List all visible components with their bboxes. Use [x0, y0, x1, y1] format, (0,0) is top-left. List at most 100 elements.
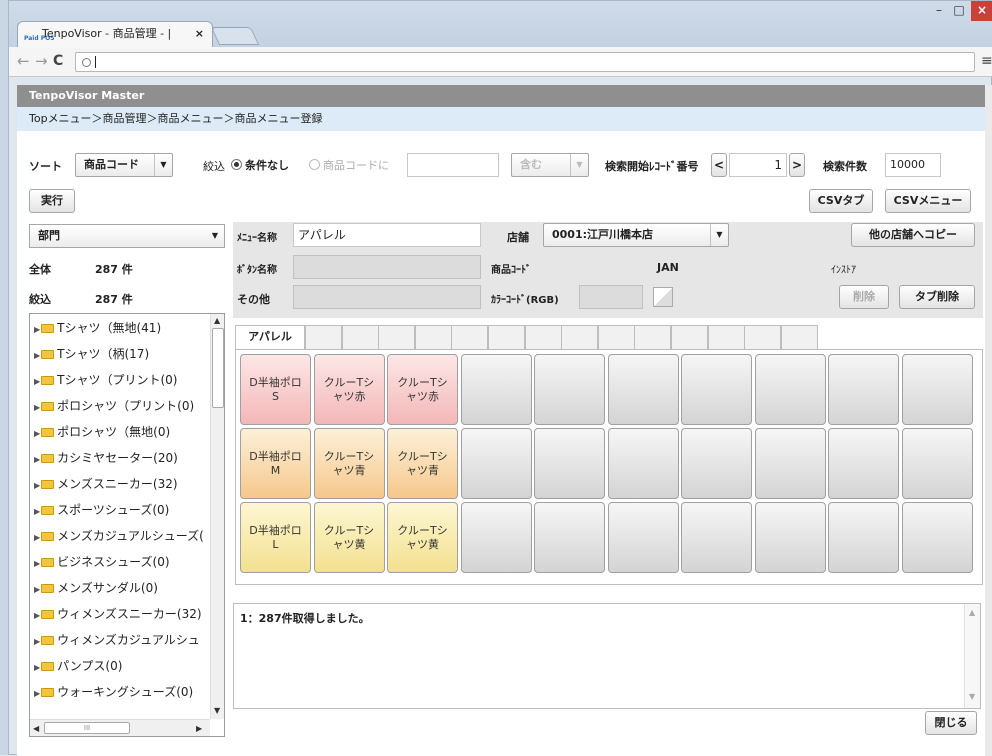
menu-item-button[interactable]: D半袖ポロ L	[240, 502, 311, 573]
tree-item[interactable]: ▶ カシミヤセーター(20)	[34, 448, 178, 468]
new-tab-button[interactable]	[210, 27, 260, 45]
empty-menu-slot[interactable]	[607, 428, 679, 499]
menu-icon[interactable]: ≡	[981, 53, 992, 69]
prev-record-button[interactable]: <	[711, 153, 727, 177]
next-record-button[interactable]: >	[789, 153, 805, 177]
product-code-input[interactable]	[407, 153, 499, 177]
tab-empty[interactable]	[451, 325, 489, 349]
tab-empty[interactable]	[378, 325, 416, 349]
other-input[interactable]	[293, 285, 481, 309]
empty-menu-slot[interactable]	[828, 428, 899, 499]
menu-item-button[interactable]: クルーTシ ャツ黄	[387, 502, 458, 573]
expand-icon[interactable]: ▶	[34, 377, 40, 386]
start-record-input[interactable]: 1	[729, 153, 787, 177]
search-count-input[interactable]: 10000	[885, 153, 941, 177]
tab-close-icon[interactable]: ×	[195, 22, 204, 46]
empty-menu-slot[interactable]	[901, 354, 973, 425]
expand-icon[interactable]: ▶	[34, 455, 40, 464]
menu-item-button[interactable]: クルーTシ ャツ赤	[387, 354, 458, 425]
tree-item[interactable]: ▶ Tシャツ（無地(41)	[34, 318, 161, 338]
menu-item-button[interactable]: D半袖ポロ M	[240, 428, 311, 499]
menu-item-button[interactable]: D半袖ポロ S	[240, 354, 311, 425]
scroll-right-icon[interactable]: ▶	[196, 724, 202, 733]
empty-menu-slot[interactable]	[754, 502, 826, 573]
close-button[interactable]: 閉じる	[925, 711, 977, 735]
color-code-input[interactable]	[579, 285, 643, 309]
tab-apparel[interactable]: アパレル	[235, 325, 305, 349]
scroll-left-icon[interactable]: ◀	[33, 724, 39, 733]
scroll-down-icon[interactable]: ▼	[214, 706, 220, 715]
tree-item[interactable]: ▶ ウィメンズカジュアルシュ	[34, 630, 200, 650]
empty-menu-slot[interactable]	[681, 428, 752, 499]
empty-menu-slot[interactable]	[901, 502, 973, 573]
empty-menu-slot[interactable]	[534, 428, 605, 499]
empty-menu-slot[interactable]	[460, 502, 532, 573]
tab-empty[interactable]	[671, 325, 708, 349]
menu-item-button[interactable]: クルーTシ ャツ青	[313, 428, 385, 499]
tree-horizontal-scrollbar[interactable]: ◀ III ▶	[30, 719, 210, 736]
expand-icon[interactable]: ▶	[34, 507, 40, 516]
empty-menu-slot[interactable]	[607, 502, 679, 573]
tree-item[interactable]: ▶ スポーツシューズ(0)	[34, 500, 169, 520]
minimize-button[interactable]: –	[929, 1, 949, 21]
scroll-up-icon[interactable]: ▲	[969, 608, 975, 617]
tab-empty[interactable]	[524, 325, 562, 349]
expand-icon[interactable]: ▶	[34, 533, 40, 542]
menu-item-button[interactable]: クルーTシ ャツ黄	[313, 502, 385, 573]
empty-menu-slot[interactable]	[681, 502, 752, 573]
tree-item[interactable]: ▶ ウィメンズスニーカー(32)	[34, 604, 202, 624]
menu-item-button[interactable]: クルーTシ ャツ赤	[313, 354, 385, 425]
reload-icon[interactable]: C	[53, 51, 63, 71]
empty-menu-slot[interactable]	[534, 502, 605, 573]
csv-tab-button[interactable]: CSVタブ	[809, 189, 873, 213]
tree-item[interactable]: ▶ ポロシャツ（無地(0)	[34, 422, 170, 442]
expand-icon[interactable]: ▶	[34, 429, 40, 438]
empty-menu-slot[interactable]	[607, 354, 679, 425]
page-scrollbar[interactable]	[985, 85, 992, 756]
empty-menu-slot[interactable]	[460, 428, 532, 499]
contains-select[interactable]: 含む ▼	[511, 153, 589, 177]
department-tree[interactable]: ▶ Tシャツ（無地(41) ▶ Tシャツ（柄(17) ▶ Tシャツ（プリント(0) ▶ ポロシ…	[29, 313, 225, 737]
tree-item[interactable]: ▶ パンプス(0)	[34, 656, 122, 676]
empty-menu-slot[interactable]	[828, 502, 899, 573]
expand-icon[interactable]: ▶	[34, 325, 40, 334]
empty-menu-slot[interactable]	[681, 354, 752, 425]
tree-item[interactable]: ▶ ウォーキングシューズ(0)	[34, 682, 193, 702]
expand-icon[interactable]: ▶	[34, 403, 40, 412]
color-picker-icon[interactable]	[653, 287, 673, 307]
back-icon[interactable]: ←	[17, 51, 30, 71]
scroll-down-icon[interactable]: ▼	[969, 692, 975, 701]
radio-product-code[interactable]: 商品コードに	[309, 157, 389, 173]
maximize-button[interactable]: □	[949, 1, 969, 21]
tab-empty[interactable]	[744, 325, 782, 349]
department-select[interactable]: 部門 ▼	[29, 224, 225, 248]
tab-empty[interactable]	[597, 325, 635, 349]
tab-empty[interactable]	[707, 325, 745, 349]
tab-empty[interactable]	[634, 325, 672, 349]
tree-item[interactable]: ▶ Tシャツ（プリント(0)	[34, 370, 178, 390]
expand-icon[interactable]: ▶	[34, 559, 40, 568]
empty-menu-slot[interactable]	[754, 354, 826, 425]
expand-icon[interactable]: ▶	[34, 689, 40, 698]
menu-name-input[interactable]: アパレル	[293, 223, 481, 247]
log-scrollbar[interactable]: ▲ ▼	[964, 604, 980, 708]
horizontal-scroll-thumb[interactable]: III	[44, 722, 130, 734]
tree-item[interactable]: ▶ ポロシャツ（プリント(0)	[34, 396, 194, 416]
radio-no-condition[interactable]: 条件なし	[231, 157, 289, 173]
browser-tab[interactable]: Paid POSTenpoVisor - 商品管理 - | ×	[17, 21, 213, 47]
expand-icon[interactable]: ▶	[34, 663, 40, 672]
tab-empty[interactable]	[780, 325, 818, 349]
tree-item[interactable]: ▶ メンズカジュアルシューズ(	[34, 526, 204, 546]
tree-item[interactable]: ▶ Tシャツ（柄(17)	[34, 344, 149, 364]
tab-empty[interactable]	[305, 325, 342, 349]
empty-menu-slot[interactable]	[828, 354, 899, 425]
empty-menu-slot[interactable]	[534, 354, 605, 425]
empty-menu-slot[interactable]	[460, 354, 532, 425]
tab-empty[interactable]	[488, 325, 525, 349]
copy-to-other-store-button[interactable]: 他の店舗へコピー	[851, 223, 975, 247]
tab-delete-button[interactable]: タブ削除	[899, 285, 975, 309]
empty-menu-slot[interactable]	[901, 428, 973, 499]
close-window-button[interactable]: ×	[971, 1, 992, 21]
tree-vertical-scrollbar[interactable]: ▲ ▼	[210, 314, 224, 719]
execute-button[interactable]: 実行	[29, 189, 75, 213]
